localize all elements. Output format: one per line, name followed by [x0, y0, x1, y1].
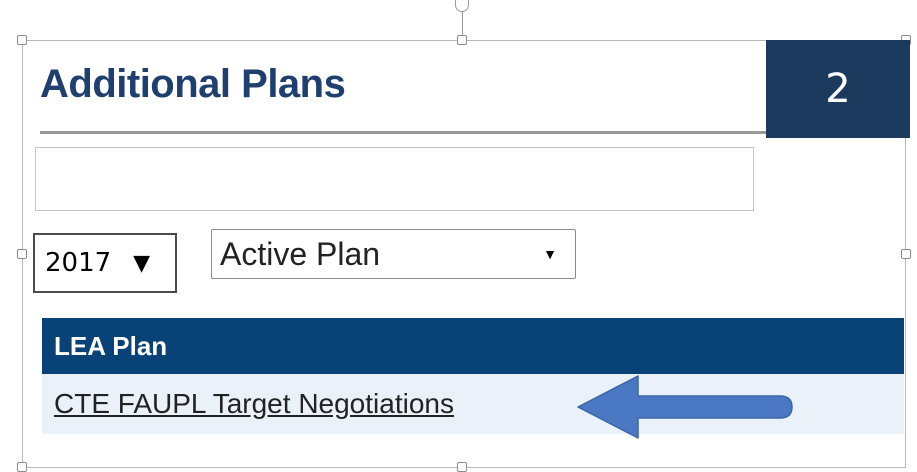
- resize-handle-bottom-left[interactable]: [17, 462, 27, 472]
- year-select-value: 2017: [45, 248, 112, 278]
- year-select[interactable]: 2017 ▼: [33, 233, 177, 293]
- plan-link[interactable]: CTE FAUPL Target Negotiations: [54, 388, 454, 420]
- callout-arrow-icon: [577, 375, 793, 439]
- resize-handle-top-center[interactable]: [457, 35, 467, 45]
- plan-status-value: Active Plan: [220, 235, 381, 272]
- column-header-lea-plan: LEA Plan: [54, 330, 168, 361]
- page-title: Additional Plans: [40, 62, 346, 106]
- rotation-line: [462, 10, 463, 36]
- step-number: 2: [825, 66, 851, 112]
- plan-status-select[interactable]: Active Plan ▼: [211, 229, 576, 279]
- rotation-handle-icon[interactable]: [455, 0, 469, 12]
- title-divider: [40, 131, 768, 134]
- resize-handle-middle-right[interactable]: [901, 249, 911, 259]
- chevron-down-icon: ▼: [543, 246, 557, 262]
- dropdown-triangle-icon: ▼: [133, 250, 151, 276]
- slide-canvas: Additional Plans 2 2017 ▼ Active Plan ▼ …: [0, 0, 917, 472]
- callout-arrow-shape: [577, 375, 793, 439]
- empty-text-field[interactable]: [35, 147, 754, 211]
- resize-handle-middle-left[interactable]: [17, 249, 27, 259]
- table-header: LEA Plan: [42, 318, 904, 374]
- resize-handle-top-left[interactable]: [17, 35, 27, 45]
- step-number-badge: 2: [766, 40, 910, 138]
- resize-handle-bottom-center[interactable]: [457, 462, 467, 472]
